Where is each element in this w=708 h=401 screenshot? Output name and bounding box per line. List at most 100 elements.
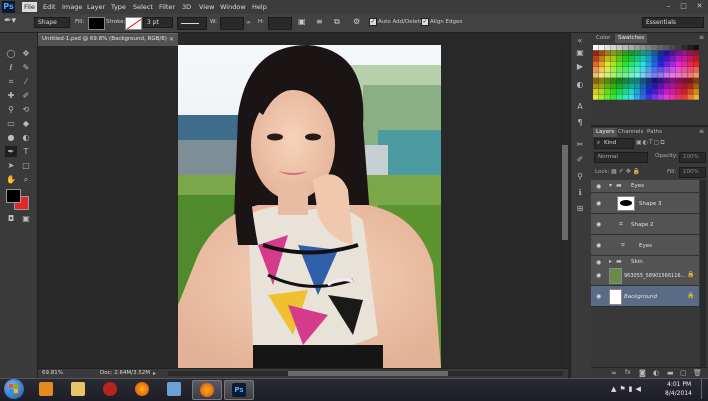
swatch-cell[interactable] bbox=[616, 61, 623, 67]
lasso-tool-icon[interactable]: ℓ bbox=[5, 62, 17, 73]
tab-channels[interactable]: Channels bbox=[615, 128, 646, 137]
swatch-cell[interactable] bbox=[593, 89, 599, 95]
clone-stamp-icon[interactable]: ⚲ bbox=[5, 104, 17, 115]
swatch-cell[interactable] bbox=[669, 61, 676, 67]
swatch-cell[interactable] bbox=[628, 45, 634, 51]
swatch-cell[interactable] bbox=[652, 50, 658, 56]
taskbar-firefox-2[interactable] bbox=[192, 380, 222, 400]
swatch-cell[interactable] bbox=[681, 56, 688, 62]
swatch-cell[interactable] bbox=[693, 56, 699, 62]
swatch-cell[interactable] bbox=[669, 56, 676, 62]
swatch-cell[interactable] bbox=[657, 67, 664, 73]
swatch-cell[interactable] bbox=[622, 89, 629, 95]
layer-row[interactable]: ◉ ⌗ Shape 2 bbox=[591, 214, 699, 235]
type-tool-icon[interactable]: T bbox=[20, 146, 32, 157]
move-tool-icon[interactable]: ✥ bbox=[20, 48, 32, 59]
swatch-cell[interactable] bbox=[604, 45, 611, 51]
navigator-panel-icon[interactable]: ⊞ bbox=[574, 204, 586, 214]
swatch-cell[interactable] bbox=[669, 83, 676, 89]
width-field[interactable] bbox=[220, 17, 244, 30]
swatch-cell[interactable] bbox=[593, 50, 599, 56]
swatch-cell[interactable] bbox=[610, 89, 617, 95]
swatch-cell[interactable] bbox=[646, 61, 652, 67]
swatch-cell[interactable] bbox=[669, 50, 676, 56]
swatch-cell[interactable] bbox=[640, 89, 646, 95]
vertical-scrollbar[interactable] bbox=[562, 45, 568, 368]
history-brush-icon[interactable]: ⟲ bbox=[20, 104, 32, 115]
swatch-cell[interactable] bbox=[610, 78, 617, 84]
swatch-cell[interactable] bbox=[598, 78, 605, 84]
adjustments-panel-icon[interactable]: ◐ bbox=[574, 80, 586, 90]
swatch-cell[interactable] bbox=[593, 72, 599, 78]
visibility-eye-icon[interactable]: ◉ bbox=[596, 221, 602, 228]
menu-select[interactable]: Select bbox=[133, 3, 153, 11]
taskbar-media-player[interactable] bbox=[32, 380, 60, 398]
swatch-cell[interactable] bbox=[687, 67, 693, 73]
menu-filter[interactable]: Filter bbox=[159, 3, 175, 11]
swatch-cell[interactable] bbox=[622, 72, 629, 78]
blur-tool-icon[interactable]: ● bbox=[5, 132, 17, 143]
taskbar-photoshop[interactable]: Ps bbox=[224, 380, 254, 400]
taskbar-firefox[interactable] bbox=[128, 380, 156, 398]
swatch-cell[interactable] bbox=[622, 61, 629, 67]
eraser-tool-icon[interactable]: ▭ bbox=[5, 118, 17, 129]
swatch-cell[interactable] bbox=[616, 89, 623, 95]
swatch-cell[interactable] bbox=[646, 56, 652, 62]
swatch-cell[interactable] bbox=[652, 61, 658, 67]
foreground-color-swatch[interactable] bbox=[6, 189, 21, 203]
swatch-cell[interactable] bbox=[646, 45, 652, 51]
filter-icons[interactable]: ▣◐T▢⧉ bbox=[636, 139, 666, 147]
swatch-grid[interactable] bbox=[593, 45, 699, 123]
swatch-cell[interactable] bbox=[616, 83, 623, 89]
paint-bucket-icon[interactable]: ◆ bbox=[20, 118, 32, 129]
swatch-cell[interactable] bbox=[640, 61, 646, 67]
swatch-cell[interactable] bbox=[622, 45, 629, 51]
swatch-cell[interactable] bbox=[634, 72, 640, 78]
swatch-cell[interactable] bbox=[681, 72, 688, 78]
menu-type[interactable]: Type bbox=[111, 3, 126, 11]
menu-edit[interactable]: Edit bbox=[43, 3, 56, 11]
swatch-cell[interactable] bbox=[687, 56, 693, 62]
swatch-cell[interactable] bbox=[640, 94, 646, 100]
tray-icons[interactable]: ▲⚑▮◀ bbox=[611, 385, 644, 393]
swatch-cell[interactable] bbox=[622, 94, 629, 100]
swatch-cell[interactable] bbox=[657, 94, 664, 100]
swatch-cell[interactable] bbox=[693, 78, 699, 84]
swatch-cell[interactable] bbox=[687, 61, 693, 67]
tab-layers[interactable]: Layers bbox=[593, 128, 618, 137]
swatch-cell[interactable] bbox=[687, 78, 693, 84]
info-panel-icon[interactable]: ℹ bbox=[574, 188, 586, 198]
menu-3d[interactable]: 3D bbox=[182, 3, 191, 11]
swatch-cell[interactable] bbox=[681, 61, 688, 67]
swatch-cell[interactable] bbox=[616, 45, 623, 51]
swatch-cell[interactable] bbox=[652, 94, 658, 100]
layer-row[interactable]: ◉ Shape 3 bbox=[591, 193, 699, 214]
swatch-cell[interactable] bbox=[604, 83, 611, 89]
swatch-cell[interactable] bbox=[646, 72, 652, 78]
visibility-eye-icon[interactable]: ◉ bbox=[596, 200, 602, 207]
swatch-cell[interactable] bbox=[593, 56, 599, 62]
tab-paths[interactable]: Paths bbox=[644, 128, 665, 137]
horizontal-scrollbar[interactable] bbox=[168, 371, 563, 376]
swatch-cell[interactable] bbox=[598, 83, 605, 89]
swatch-cell[interactable] bbox=[693, 67, 699, 73]
quick-select-tool-icon[interactable]: ✎ bbox=[20, 62, 32, 73]
swatch-cell[interactable] bbox=[593, 78, 599, 84]
swatch-cell[interactable] bbox=[616, 50, 623, 56]
clone-source-icon[interactable]: ⚲ bbox=[574, 172, 586, 182]
layer-filter-select[interactable]: ⌕ Kind bbox=[594, 138, 634, 149]
swatch-cell[interactable] bbox=[693, 83, 699, 89]
swatch-cell[interactable] bbox=[652, 72, 658, 78]
show-desktop-button[interactable] bbox=[701, 379, 708, 399]
taskbar-file-explorer[interactable] bbox=[64, 380, 92, 398]
panel-menu-icon[interactable]: ≡ bbox=[699, 34, 704, 41]
swatch-cell[interactable] bbox=[693, 61, 699, 67]
swatch-cell[interactable] bbox=[669, 89, 676, 95]
new-layer-icon[interactable]: ▢ bbox=[680, 369, 687, 377]
swatch-cell[interactable] bbox=[657, 89, 664, 95]
swatch-cell[interactable] bbox=[681, 89, 688, 95]
swatch-cell[interactable] bbox=[640, 83, 646, 89]
swatch-cell[interactable] bbox=[616, 94, 623, 100]
swatch-cell[interactable] bbox=[657, 61, 664, 67]
history-panel-icon[interactable]: ▣ bbox=[574, 48, 586, 58]
